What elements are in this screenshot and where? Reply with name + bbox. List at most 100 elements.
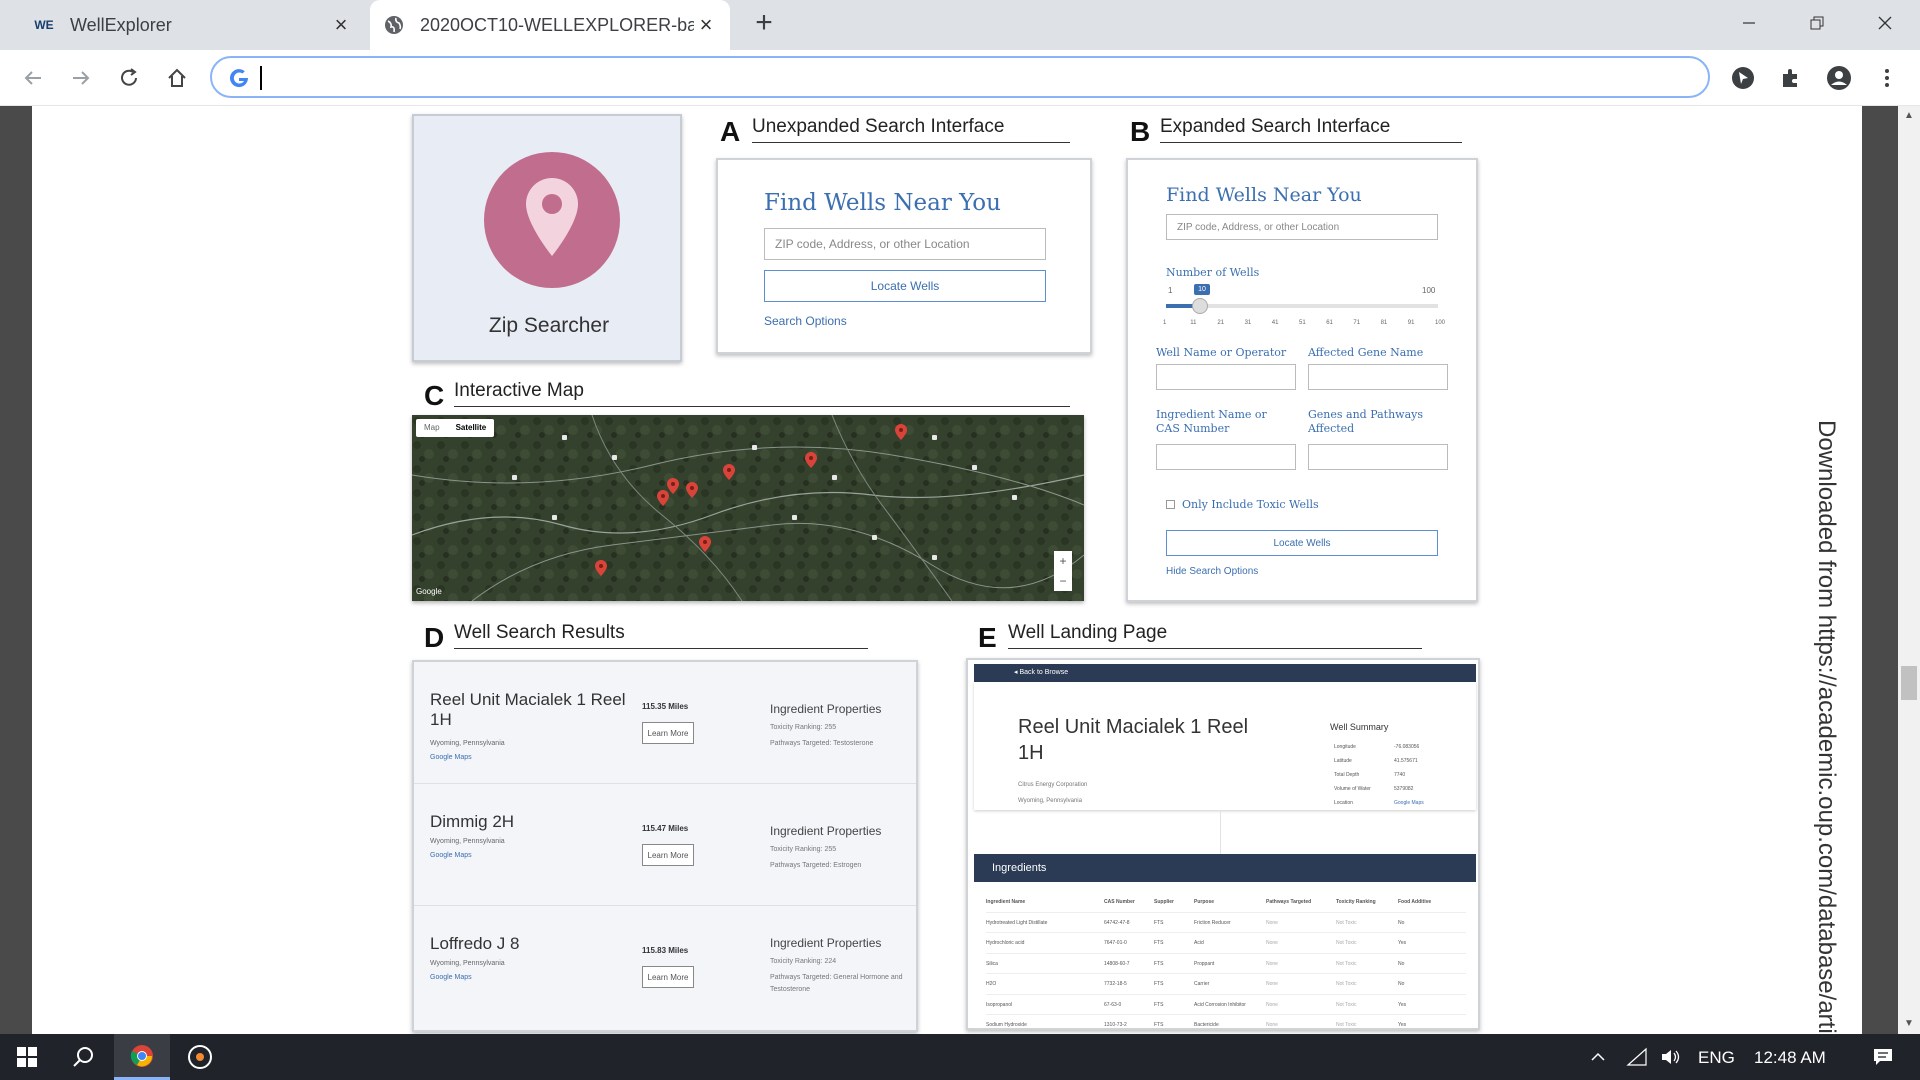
- table-cell: Yes: [1398, 1022, 1407, 1028]
- summary-key: Volume of Water: [1334, 786, 1371, 792]
- table-cell: Not Toxic: [1336, 981, 1357, 987]
- well-name-input[interactable]: [1156, 364, 1296, 390]
- zoom-in-button[interactable]: +: [1054, 551, 1072, 571]
- pathways-targeted: Pathways Targeted: Estrogen: [770, 862, 862, 869]
- address-bar[interactable]: [210, 56, 1710, 98]
- zoom-controls: + −: [1054, 551, 1072, 591]
- tab-pdf[interactable]: 2020OCT10-WELLEXPLORER-baa ×: [370, 0, 730, 50]
- map-pin-icon[interactable]: [666, 477, 680, 495]
- table-cell: Hydrotreated Light Distillate: [986, 919, 1048, 926]
- ingredient-input[interactable]: [1156, 444, 1296, 470]
- windows-start-icon[interactable]: [0, 1034, 54, 1080]
- location-input[interactable]: ZIP code, Address, or other Location: [1166, 214, 1438, 240]
- slider-tick: 1: [1163, 320, 1167, 326]
- network-icon[interactable]: [1622, 1034, 1652, 1080]
- reload-icon[interactable]: [114, 63, 144, 93]
- close-tab-icon[interactable]: ×: [329, 13, 353, 37]
- slider-tick: 11: [1190, 320, 1197, 326]
- slider-handle[interactable]: [1192, 298, 1208, 314]
- address-input[interactable]: [260, 64, 1680, 90]
- scroll-down-icon[interactable]: ▼: [1898, 1014, 1920, 1034]
- extension-cursor-icon[interactable]: [1728, 63, 1758, 93]
- table-cell: Supplier: [1154, 899, 1175, 905]
- interactive-map[interactable]: Map Satellite + − Google: [412, 415, 1084, 601]
- slider-tick: 91: [1407, 320, 1415, 326]
- map-pin-icon[interactable]: [722, 463, 736, 481]
- table-cell: H2O: [986, 981, 997, 987]
- clock[interactable]: 12:48 AM: [1754, 1048, 1826, 1068]
- summary-row: Latitude 41.575671: [1334, 758, 1454, 764]
- panel-c-title: Interactive Map: [454, 380, 1070, 407]
- map-marker: [562, 435, 567, 440]
- chevron-up-icon[interactable]: [1584, 1034, 1612, 1080]
- chrome-taskbar-icon[interactable]: [114, 1034, 170, 1080]
- restore-icon[interactable]: [1792, 0, 1842, 45]
- well-search-results: Reel Unit Macialek 1 Reel 1H Wyoming, Pe…: [412, 660, 918, 1032]
- notification-icon[interactable]: [1858, 1034, 1908, 1080]
- google-maps-link[interactable]: Google Maps: [430, 852, 472, 859]
- profile-icon[interactable]: [1824, 63, 1854, 93]
- forward-icon[interactable]: [66, 63, 96, 93]
- toxicity-ranking: Toxicity Ranking: 255: [770, 724, 837, 731]
- zip-searcher-label: Zip Searcher: [488, 314, 610, 337]
- summary-key: Total Depth: [1334, 772, 1360, 778]
- pathways-targeted: Pathways Targeted: Testosterone: [770, 740, 874, 747]
- location-input[interactable]: ZIP code, Address, or other Location: [764, 228, 1046, 260]
- locate-wells-button[interactable]: Locate Wells: [1166, 530, 1438, 556]
- recorder-taskbar-icon[interactable]: [172, 1034, 228, 1080]
- map-terrain: [412, 415, 1084, 601]
- back-icon[interactable]: [18, 63, 48, 93]
- close-window-icon[interactable]: [1860, 0, 1910, 45]
- table-cell: None: [1266, 1022, 1278, 1028]
- search-options-link[interactable]: Search Options: [764, 314, 847, 328]
- learn-more-button[interactable]: Learn More: [642, 722, 694, 744]
- summary-value: -76.083056: [1394, 744, 1420, 750]
- search-icon[interactable]: [58, 1034, 108, 1080]
- learn-more-button[interactable]: Learn More: [642, 966, 694, 988]
- summary-value: 5379082: [1394, 786, 1414, 792]
- map-pin-icon[interactable]: [685, 481, 699, 499]
- locate-wells-button[interactable]: Locate Wells: [764, 270, 1046, 302]
- table-cell: Toxicity Ranking: [1336, 899, 1376, 905]
- map-button[interactable]: Map: [416, 419, 448, 437]
- table-cell: 67-63-0: [1104, 1001, 1122, 1008]
- toxic-wells-checkbox[interactable]: [1166, 500, 1175, 509]
- menu-icon[interactable]: [1872, 63, 1902, 93]
- map-marker: [792, 515, 797, 520]
- back-to-browse-link[interactable]: ◂ Back to Browse: [1014, 668, 1068, 676]
- map-pin-icon[interactable]: [594, 559, 608, 577]
- satellite-button[interactable]: Satellite: [448, 419, 495, 437]
- find-wells-title: Find Wells Near You: [1166, 184, 1362, 206]
- table-cell: FTS: [1154, 981, 1164, 987]
- google-maps-link[interactable]: Google Maps: [430, 974, 472, 981]
- tab-title: 2020OCT10-WELLEXPLORER-baa: [420, 14, 694, 35]
- gene-name-input[interactable]: [1308, 364, 1448, 390]
- learn-more-button[interactable]: Learn More: [642, 844, 694, 866]
- map-pin-icon[interactable]: [804, 451, 818, 469]
- minimize-icon[interactable]: [1724, 0, 1774, 45]
- find-wells-title: Find Wells Near You: [764, 190, 1001, 216]
- home-icon[interactable]: [162, 63, 192, 93]
- map-pin-icon[interactable]: [894, 423, 908, 441]
- genes-pathways-input[interactable]: [1308, 444, 1448, 470]
- slider-ticks: 1 11 21 31 41 51 61 71 81 91 100: [1163, 320, 1445, 332]
- table-cell: No: [1398, 919, 1405, 926]
- language-indicator[interactable]: ENG: [1698, 1048, 1735, 1068]
- close-tab-icon[interactable]: ×: [694, 13, 718, 37]
- map-pin-icon[interactable]: [698, 535, 712, 553]
- panel-letter-a: A: [720, 116, 741, 147]
- zoom-out-button[interactable]: −: [1054, 571, 1072, 591]
- scroll-thumb[interactable]: [1901, 666, 1917, 700]
- puzzle-icon[interactable]: [1776, 63, 1806, 93]
- table-cell: None: [1266, 919, 1278, 926]
- unexpanded-search-panel: Find Wells Near You ZIP code, Address, o…: [716, 158, 1092, 354]
- tab-wellexplorer[interactable]: WE WellExplorer ×: [20, 0, 365, 50]
- google-maps-link[interactable]: Google Maps: [430, 754, 472, 761]
- scrollbar[interactable]: [1898, 106, 1920, 1034]
- table-cell: Acid: [1194, 940, 1204, 946]
- volume-icon[interactable]: [1656, 1034, 1686, 1080]
- scroll-up-icon[interactable]: ▲: [1898, 106, 1920, 126]
- table-cell: Acid Corrosion Inhibitor: [1194, 1001, 1246, 1008]
- hide-search-options-link[interactable]: Hide Search Options: [1166, 566, 1258, 577]
- new-tab-icon[interactable]: +: [748, 8, 780, 40]
